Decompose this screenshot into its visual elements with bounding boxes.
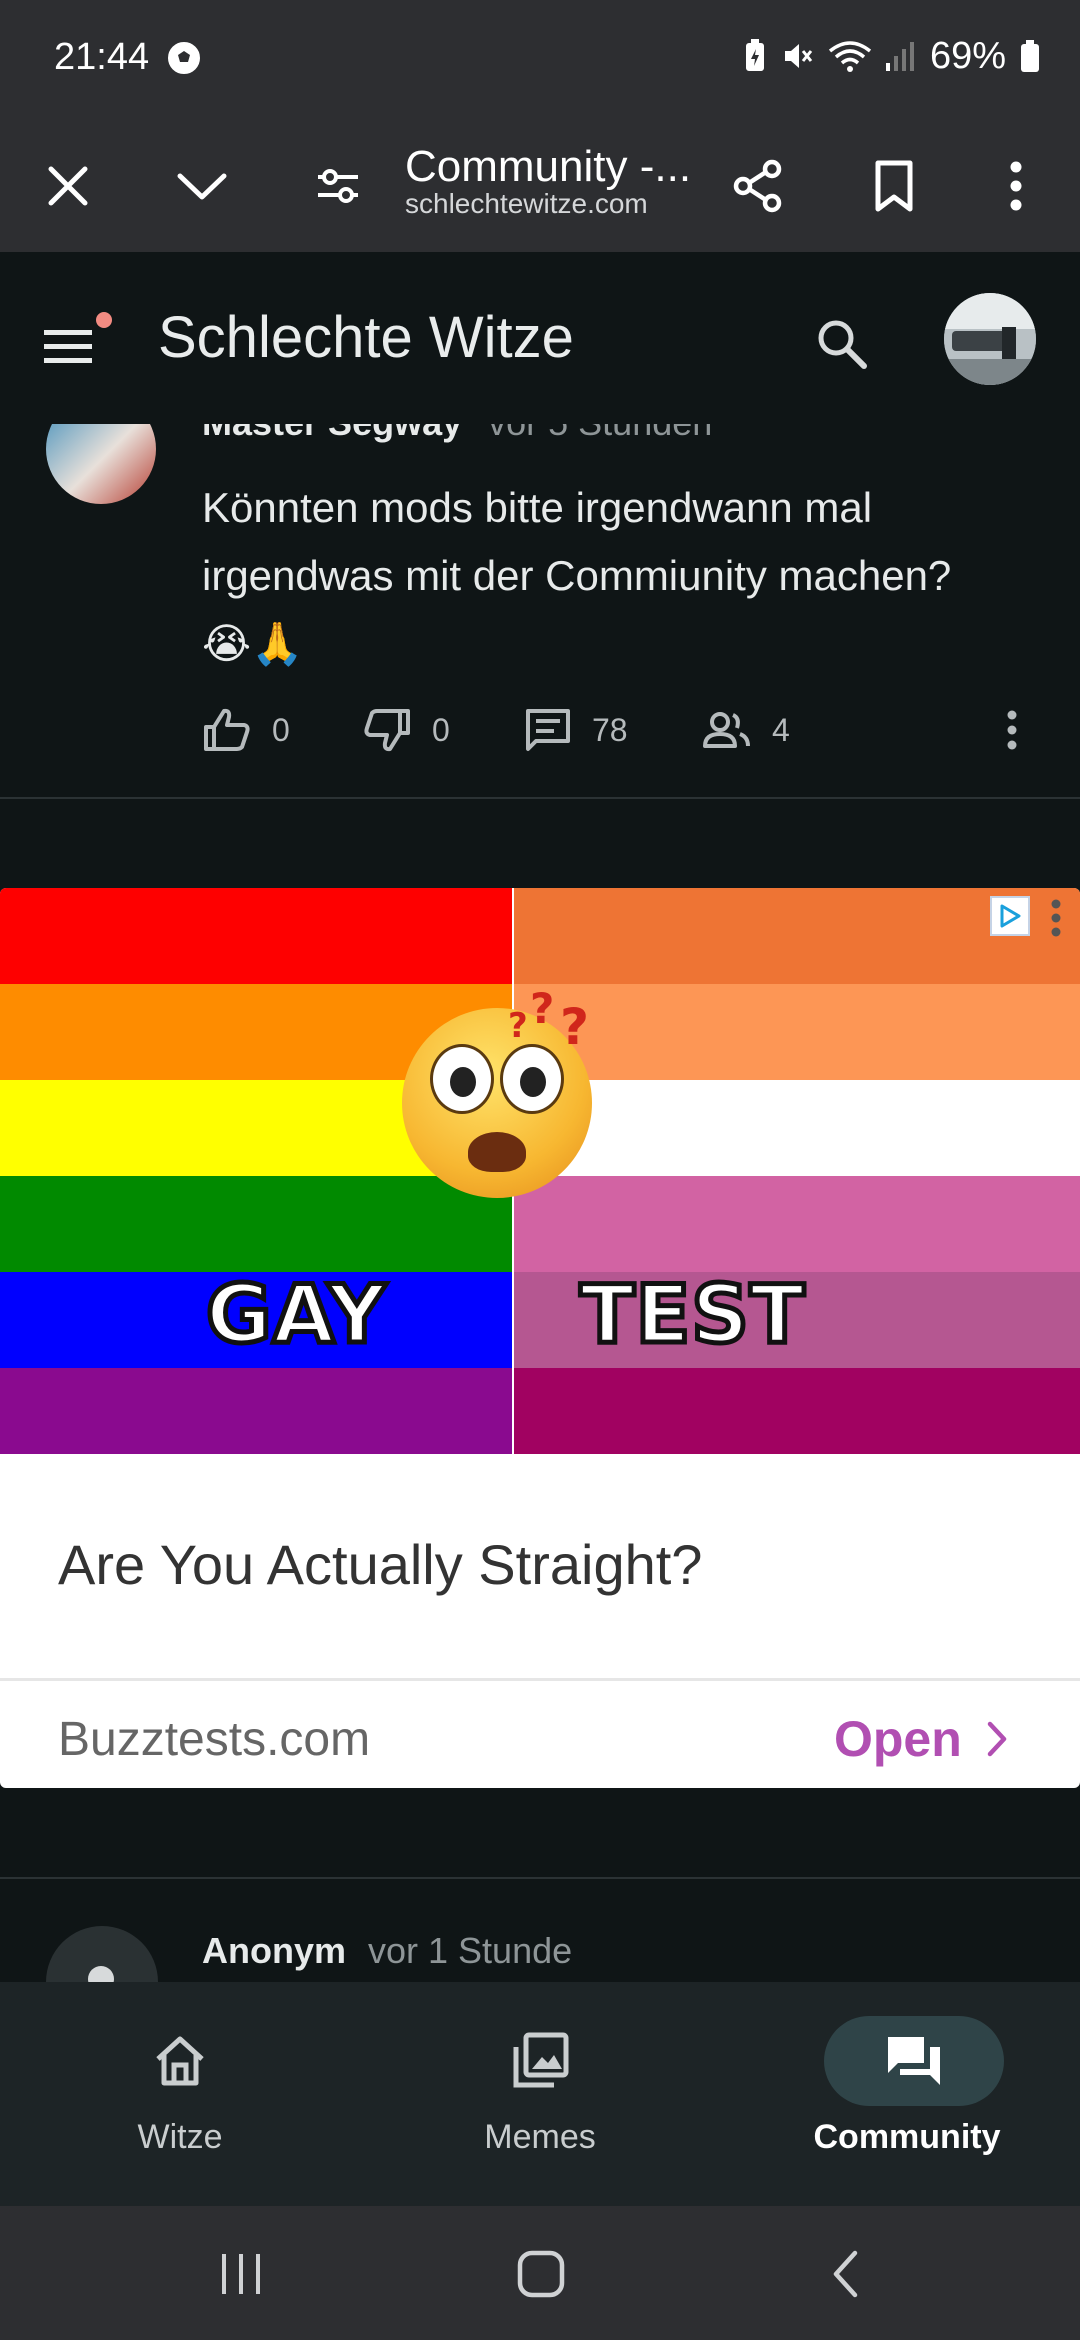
home-icon[interactable] <box>496 2234 586 2314</box>
bookmark-icon[interactable] <box>854 146 934 226</box>
post-emojis: 😭🙏 <box>202 620 304 667</box>
ad-open-label: Open <box>834 1711 962 1767</box>
post-time: vor 1 Stunde <box>368 1930 573 1971</box>
browser-url[interactable]: schlechtewitze.com <box>405 188 648 220</box>
notification-dot <box>96 312 112 328</box>
ad-image-left-label: GAY <box>204 1266 389 1364</box>
advertisement-card[interactable]: GAY TEST ? ? ? Are You Actually Straight… <box>0 888 1080 1788</box>
like-count: 0 <box>272 711 290 748</box>
adchoices-icon[interactable] <box>990 896 1030 936</box>
mute-icon <box>784 44 813 68</box>
ad-headline[interactable]: Are You Actually Straight? <box>58 1532 702 1597</box>
ad-separator <box>0 1678 1080 1681</box>
share-icon[interactable] <box>718 146 798 226</box>
post-author-avatar[interactable] <box>46 1926 158 1982</box>
post-meta: Master Segway vor 5 Stunden <box>202 424 712 444</box>
nav-label: Witze <box>137 2118 223 2156</box>
status-time: 21:44 <box>54 36 150 78</box>
post-author[interactable]: Master Segway <box>202 424 462 443</box>
user-avatar[interactable] <box>944 293 1036 385</box>
post-actions: 0 0 78 4 <box>202 700 1062 760</box>
menu-button[interactable] <box>40 312 120 372</box>
site-header: Schlechte Witze <box>0 252 1080 424</box>
comment-icon <box>526 709 570 751</box>
battery-percentage: 69% <box>929 34 1006 77</box>
question-mark-icon: ? <box>508 1006 528 1046</box>
hamburger-icon <box>44 330 92 363</box>
community-post[interactable]: Master Segway vor 5 Stunden Könnten mods … <box>0 424 1080 798</box>
nav-item-memes[interactable]: Memes <box>360 1982 720 2206</box>
site-title[interactable]: Schlechte Witze <box>158 304 574 371</box>
thumb-down-icon <box>364 709 410 752</box>
browser-toolbar: Community -... schlechtewitze.com <box>0 118 1080 252</box>
browser-page-title[interactable]: Community -... <box>405 142 691 192</box>
post-author[interactable]: Anonym <box>202 1930 346 1971</box>
image-library-icon <box>470 2016 610 2106</box>
chevron-down-icon[interactable] <box>162 146 242 226</box>
like-button[interactable]: 0 <box>202 700 290 760</box>
more-vert-icon[interactable] <box>976 146 1056 226</box>
bottom-navigation: Witze Memes Community <box>0 1982 1080 2206</box>
question-mark-icon: ? <box>530 984 555 1033</box>
thumb-up-icon <box>204 708 250 751</box>
ad-image-right-label: TEST <box>577 1266 806 1364</box>
people-icon <box>703 712 750 748</box>
post-text: Könnten mods bitte irgendwann mal irgend… <box>202 474 1042 678</box>
post-more-icon[interactable] <box>996 700 1028 760</box>
signal-icon <box>885 42 914 71</box>
divider <box>0 1877 1080 1879</box>
comment-count: 78 <box>592 711 628 748</box>
dislike-button[interactable]: 0 <box>362 700 450 760</box>
home-icon <box>110 2016 250 2106</box>
divider <box>0 797 1080 799</box>
soccer-ball-icon <box>168 42 200 74</box>
post-time: vor 5 Stunden <box>488 424 712 443</box>
search-icon[interactable] <box>806 308 878 380</box>
nav-label: Memes <box>484 2118 596 2156</box>
participants-button[interactable]: 4 <box>702 700 790 760</box>
community-post[interactable]: Anonym vor 1 Stunde <box>0 1880 1080 1982</box>
ad-more-icon[interactable] <box>1048 898 1064 938</box>
participant-count: 4 <box>772 711 790 748</box>
wifi-icon <box>828 41 872 72</box>
battery-saver-icon <box>745 39 764 71</box>
nav-item-community[interactable]: Community <box>727 1982 1080 2206</box>
ad-open-button[interactable]: Open <box>834 1710 1008 1768</box>
recents-icon[interactable] <box>196 2234 286 2314</box>
question-mark-icon: ? <box>560 998 590 1056</box>
ad-domain: Buzztests.com <box>58 1713 371 1766</box>
tune-icon[interactable] <box>298 146 378 226</box>
nav-label: Community <box>813 2118 1001 2156</box>
nav-item-witze[interactable]: Witze <box>0 1982 360 2206</box>
dislike-count: 0 <box>432 711 450 748</box>
status-bar: 21:44 69% <box>0 0 1080 118</box>
post-meta: Anonym vor 1 Stunde <box>202 1930 572 1972</box>
battery-icon <box>1021 40 1039 72</box>
back-icon[interactable] <box>800 2234 890 2314</box>
system-navigation-bar <box>0 2206 1080 2340</box>
comments-button[interactable]: 78 <box>524 700 628 760</box>
close-icon[interactable] <box>28 146 108 226</box>
chevron-right-icon <box>987 1721 1007 1757</box>
ad-image[interactable]: GAY TEST ? ? ? <box>0 888 1080 1454</box>
status-icons: 69% <box>744 34 1040 78</box>
post-body: Könnten mods bitte irgendwann mal irgend… <box>202 484 952 599</box>
forum-icon <box>824 2016 1004 2106</box>
post-author-avatar[interactable] <box>46 424 156 504</box>
